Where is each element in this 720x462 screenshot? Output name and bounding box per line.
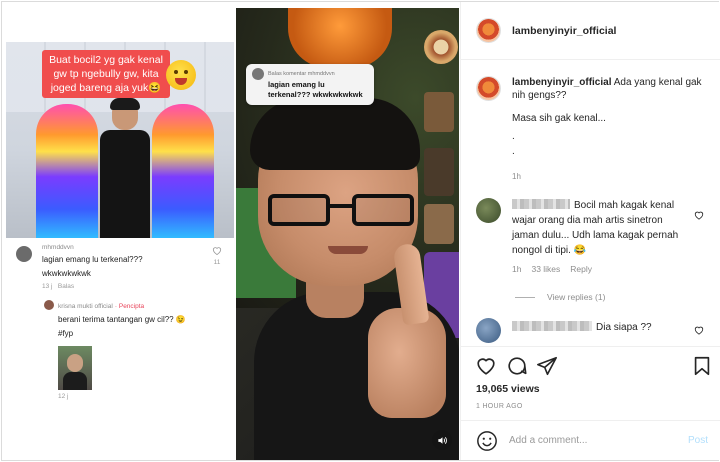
smile-emoji-icon (166, 60, 196, 90)
add-comment-input[interactable] (509, 435, 679, 446)
bookmark-icon[interactable] (691, 355, 713, 377)
creator-username: krisna mukti official (58, 303, 113, 310)
comment-like-count: 11 (213, 259, 221, 266)
comments-section[interactable]: lambenyinyir_official Ada yang kenal gak… (461, 60, 720, 346)
caption-username[interactable]: lambenyinyir_official (512, 77, 611, 88)
heart-icon[interactable] (475, 355, 497, 377)
tiktok-creator-reply: krisna mukti official · Pencipta berani … (44, 300, 230, 400)
caption-time[interactable]: 1h (512, 170, 708, 183)
instagram-post-window: Buat bocil2 yg gak kenal gw tp ngebully … (1, 1, 720, 461)
avatar (44, 300, 54, 310)
tiktok-screenshot-left: Buat bocil2 yg gak kenal gw tp ngebully … (6, 42, 234, 400)
blurred-username (512, 321, 592, 331)
comment-time[interactable]: 1h (512, 262, 521, 277)
creator-text-line2: #fyp (58, 329, 74, 338)
reply-button[interactable]: Reply (570, 262, 592, 277)
creator-badge: · Pencipta (114, 303, 145, 310)
avatar (16, 246, 32, 262)
person-hair (250, 98, 420, 170)
post-side-panel: lambenyinyir_official lambenyinyir_offic… (460, 2, 720, 460)
tiktok-video-frame: Buat bocil2 yg gak kenal gw tp ngebully … (6, 42, 234, 238)
reply-text-line2: terkenal??? wkwkwkwkwk (268, 90, 363, 99)
thermal-figure-left (36, 104, 98, 238)
tiktok-comment: mhmddvvn lagian emang lu terkenal??? wkw… (16, 244, 226, 294)
blurred-username (512, 199, 570, 209)
video-caption: Buat bocil2 yg gak kenal gw tp ngebully … (42, 50, 170, 98)
post-actions: 19,065 views 1 HOUR AGO (461, 346, 720, 420)
comment-text-line2: wkwkwkwkwk (42, 269, 91, 278)
video-thumbnail (58, 346, 92, 390)
avatar[interactable] (476, 198, 501, 223)
comment-likes[interactable]: 33 likes (531, 262, 560, 277)
avatar[interactable] (476, 318, 501, 343)
add-comment-bar: Post (461, 420, 720, 460)
wall-ornament (424, 30, 458, 64)
reply-comment-sticker: Balas komentar mhmddvvn lagian emang lu … (246, 64, 374, 105)
reply-link: Balas (57, 283, 75, 290)
view-replies-link[interactable]: View replies (1) (515, 292, 605, 302)
speaker-icon[interactable] (432, 430, 452, 450)
tiktok-comments: mhmddvvn lagian emang lu terkenal??? wkw… (6, 238, 234, 400)
shelf-item (424, 148, 454, 196)
caption-line4: . (512, 146, 515, 157)
comment-time: 13 j (42, 283, 53, 290)
avatar (252, 68, 264, 80)
creator-time: 12 j (58, 393, 69, 400)
caption-line3: . (512, 131, 515, 142)
glasses (268, 194, 418, 228)
shelf-item (424, 92, 454, 132)
avatar[interactable] (476, 18, 501, 43)
shelf-item (424, 204, 454, 244)
post-caption: lambenyinyir_official Ada yang kenal gak… (476, 76, 712, 183)
orange-decoration (288, 8, 392, 68)
thermal-figure-right (152, 104, 214, 238)
heart-icon[interactable] (694, 325, 704, 335)
dancing-man (96, 98, 154, 238)
mouth (328, 246, 368, 254)
tiktok-screenshot-right: Balas komentar mhmddvvn lagian emang lu … (236, 8, 459, 460)
post-username[interactable]: lambenyinyir_official (512, 25, 616, 37)
view-replies-label: View replies (1) (547, 292, 606, 302)
send-icon[interactable] (536, 355, 558, 377)
caption-line2: Masa sih gak kenal... (512, 113, 606, 124)
comment-text-line1: lagian emang lu terkenal??? (42, 255, 143, 264)
reply-text-line1: lagian emang lu (268, 80, 325, 89)
post-header: lambenyinyir_official (461, 2, 720, 60)
comment-item: Dia siapa ?? (476, 318, 712, 343)
comment-item: Bocil mah kagak kenal wajar orang dia ma… (476, 198, 712, 277)
comment-icon[interactable] (506, 355, 528, 377)
view-count[interactable]: 19,065 views (476, 383, 540, 395)
post-button[interactable]: Post (688, 435, 708, 446)
post-timestamp[interactable]: 1 HOUR AGO (476, 403, 523, 410)
heart-outline-icon (212, 247, 222, 256)
heart-icon[interactable] (694, 210, 704, 220)
divider (515, 296, 535, 298)
comment-text: Dia siapa ?? (596, 322, 652, 333)
post-media[interactable]: Buat bocil2 yg gak kenal gw tp ngebully … (2, 2, 459, 460)
smiley-icon[interactable] (476, 430, 498, 452)
creator-text-line1: berani terima tantangan gw cil?? 😉 (58, 315, 186, 324)
avatar[interactable] (476, 76, 501, 101)
comment-username: mhmddvvn (42, 244, 74, 251)
reply-to-label: Balas komentar mhmddvvn (268, 71, 335, 77)
